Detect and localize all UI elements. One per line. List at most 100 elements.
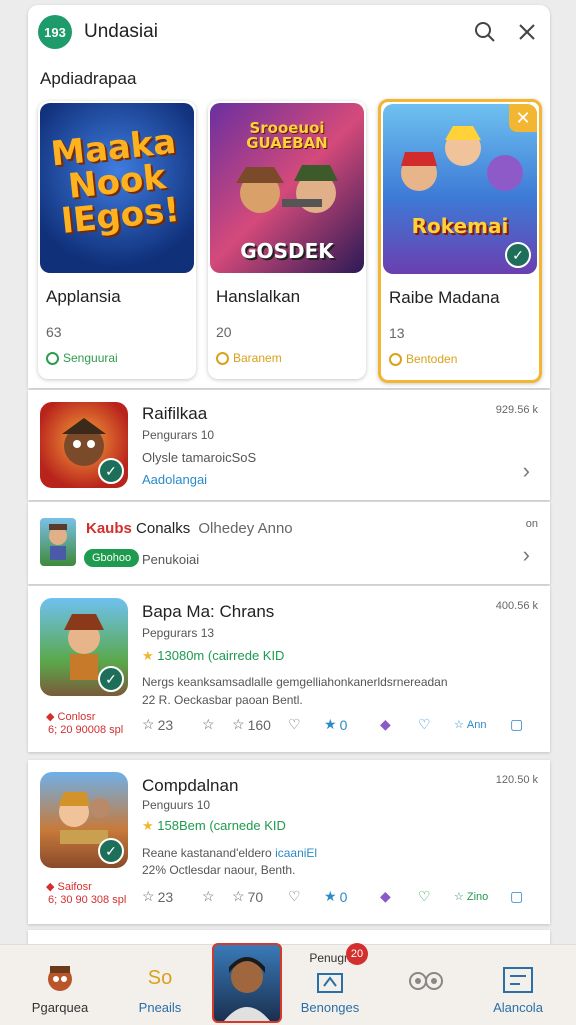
list-item[interactable]: Kaubs Conalks Olhedey Anno Gbohoo Penuko…: [28, 502, 550, 584]
search-icon[interactable]: [470, 17, 500, 47]
game-thumbnail: ✓: [40, 772, 128, 868]
card-tag: Senguurai: [46, 351, 118, 365]
action-count: 23: [157, 716, 174, 733]
game-art-subtitle: GOSDEK: [240, 239, 334, 263]
diamond-icon[interactable]: ◆: [380, 888, 418, 905]
card-count: 20: [216, 324, 232, 340]
action-label: Zino: [466, 890, 489, 903]
check-icon: ✓: [98, 666, 124, 692]
star-filled-action[interactable]: ★ 0: [324, 716, 380, 733]
check-icon: ✓: [98, 838, 124, 864]
gamepad-icon: [409, 972, 443, 990]
game-thumbnail: ✓: [40, 598, 128, 696]
game-art-title: Rokemai: [411, 214, 509, 238]
tag-dot-icon: [46, 351, 59, 365]
so-icon: So: [147, 967, 173, 989]
heart-icon[interactable]: ♡: [418, 716, 454, 733]
star-filled-action[interactable]: ★ 0: [324, 888, 380, 905]
chevron-right-icon[interactable]: ›: [523, 542, 530, 568]
bookmark-star-action[interactable]: ☆ Zino: [454, 890, 510, 904]
price-label: ◆ Conlosr: [46, 710, 95, 723]
star-icon: ★: [142, 648, 158, 663]
star-outline-icon[interactable]: ☆: [202, 716, 232, 733]
nav-label: Pneails: [138, 1000, 182, 1015]
list-item-partial: [28, 930, 550, 944]
item-description-2: 22 R. Oeckasbar paoan Bentl.: [142, 693, 303, 707]
characters-illustration: [401, 126, 523, 191]
section-title: Apdiadrapaa: [40, 69, 137, 88]
card-tag-label: Senguurai: [63, 351, 118, 365]
item-count: 929.56 k: [495, 404, 538, 416]
check-icon: ✓: [98, 458, 124, 484]
tag-dot-icon: [389, 352, 402, 366]
app-logo: 193: [38, 15, 72, 49]
featured-card[interactable]: Maaka Nook lEgos! Applansia 63 Senguurai: [38, 101, 196, 379]
item-rating: ★ 13080m (cairrede KID: [142, 648, 284, 664]
item-description-2: 22% Octlesdar naour, Benth.: [142, 863, 296, 877]
heart-outline-icon[interactable]: ♡: [288, 888, 324, 905]
item-title-extra: Olhedey Anno: [198, 520, 293, 537]
tag-dot-icon: [216, 351, 229, 365]
card-tag: Baranem: [216, 351, 282, 365]
list-item[interactable]: ✓ Raifilkaa Pengurars 10 Olysle tamaroic…: [28, 390, 550, 500]
item-title-highlight: Kaubs: [86, 520, 132, 537]
list-item[interactable]: ✓ Bapa Ma: Chrans Pepgurars 13 ★ 13080m …: [28, 586, 550, 752]
bookmark-star-action[interactable]: ☆ Ann: [454, 718, 510, 732]
heart-icon[interactable]: ♡: [418, 888, 454, 905]
action-count: 160: [247, 716, 271, 733]
featured-card-highlighted[interactable]: Rokemai ✕ ✓ Raibe Madana 13 Bentoden: [378, 99, 542, 383]
list-item[interactable]: ✓ Compdalnan Penguurs 10 ★ 158Bem (carne…: [28, 760, 550, 924]
diamond-icon[interactable]: ◆: [380, 716, 418, 733]
item-link[interactable]: Aadolangai: [142, 472, 207, 487]
avatar: [212, 943, 282, 1023]
star-outline-action[interactable]: ☆ 23: [142, 888, 202, 905]
nav-item-pneails[interactable]: So Pneails: [120, 945, 200, 1025]
game-art-title: Srooeuoi GUAEBAN: [246, 119, 328, 152]
item-rating: ★ 158Bem (carnede KID: [142, 818, 286, 834]
nav-item-gamepad[interactable]: [386, 945, 466, 1025]
star-outline-icon[interactable]: ☆: [202, 888, 232, 905]
nav-item-profile[interactable]: [212, 943, 282, 1025]
nav-label: Pgarquea: [31, 1000, 89, 1015]
nav-item-benonges[interactable]: Penugn 20 Benonges: [290, 943, 370, 1025]
nav-item-home[interactable]: Pgarquea: [20, 945, 100, 1025]
star-outline-action[interactable]: ☆ 160: [232, 716, 288, 733]
action-row: ☆ 23 ☆ ☆ 70 ♡ ★ 0 ◆ ♡ ☆ Zino ▢: [142, 888, 538, 905]
close-icon[interactable]: ✕: [509, 104, 537, 132]
item-subtitle: Penguurs 10: [142, 798, 211, 812]
item-title: Kaubs Conalks Olhedey Anno: [86, 520, 293, 537]
chevron-right-icon[interactable]: ›: [523, 458, 530, 484]
price-value: 6; 20 90008 spl: [48, 724, 124, 736]
action-row: ☆ 23 ☆ ☆ 160 ♡ ★ 0 ◆ ♡ ☆ Ann ▢: [142, 716, 538, 733]
card-count: 13: [389, 325, 405, 341]
item-title: Raifilkaa: [142, 404, 208, 423]
action-count: 0: [339, 888, 348, 905]
item-count: on: [525, 518, 538, 530]
item-description: Nergs keanksamsadlalle gemgelliahonkaner…: [142, 675, 448, 689]
item-title: Compdalnan: [142, 776, 239, 795]
card-tag-label: Baranem: [233, 351, 282, 365]
price-label: ◆ Saifosr: [46, 880, 92, 893]
card-name: Applansia: [46, 287, 121, 306]
comment-icon[interactable]: ▢: [510, 888, 523, 905]
featured-card[interactable]: Srooeuoi GUAEBAN GOSDEK Hanslalkan 20 Ba…: [208, 101, 366, 379]
action-count: 23: [157, 888, 174, 905]
item-title-main: Conalks: [136, 520, 191, 537]
bottom-navigation: Pgarquea So Pneails Penugn 20 Benonges A…: [0, 943, 576, 1025]
price-value: 6; 30 90 308 spl: [48, 894, 127, 906]
dashboard-icon: [503, 967, 533, 993]
game-thumbnail: ✓: [40, 402, 128, 488]
star-outline-action[interactable]: ☆ 70: [232, 888, 288, 905]
item-description-link[interactable]: icaaniEl: [275, 846, 317, 860]
item-description-text: Reane kastanand'eldero: [142, 846, 272, 860]
nav-item-alancola[interactable]: Alancola: [478, 945, 558, 1025]
share-icon: [317, 973, 343, 993]
card-count: 63: [46, 324, 62, 340]
game-art: Srooeuoi GUAEBAN GOSDEK: [210, 103, 364, 273]
comment-icon[interactable]: ▢: [510, 716, 523, 733]
characters-illustration: [236, 165, 338, 213]
heart-outline-icon[interactable]: ♡: [288, 716, 324, 733]
close-icon[interactable]: [512, 17, 542, 47]
game-thumbnail: [40, 518, 76, 566]
star-outline-action[interactable]: ☆ 23: [142, 716, 202, 733]
